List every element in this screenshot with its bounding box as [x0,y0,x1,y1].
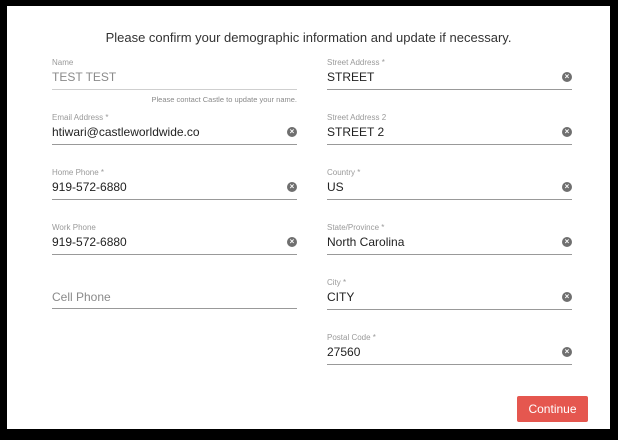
state-province-input[interactable]: North Carolina [327,235,404,249]
clear-home-phone-icon[interactable]: × [287,182,297,192]
email-underline [52,144,297,145]
name-label: Name [52,58,74,67]
cell-phone-input[interactable]: Cell Phone [52,290,111,304]
demographic-dialog: Please confirm your demographic informat… [7,6,610,429]
clear-state-province-icon[interactable]: × [562,237,572,247]
clear-work-phone-icon[interactable]: × [287,237,297,247]
home-phone-label: Home Phone * [52,168,105,177]
street-address-label: Street Address * [327,58,385,67]
postal-code-input[interactable]: 27560 [327,345,360,359]
email-label: Email Address * [52,113,109,122]
clear-city-icon[interactable]: × [562,292,572,302]
postal-code-underline [327,364,572,365]
email-input[interactable]: htiwari@castleworldwide.co [52,125,200,139]
work-phone-input[interactable]: 919-572-6880 [52,235,127,249]
city-label: City * [327,278,347,287]
continue-button[interactable]: Continue [517,396,588,422]
street-address-underline [327,89,572,90]
state-province-label: State/Province * [327,223,385,232]
clear-street-address-2-icon[interactable]: × [562,127,572,137]
postal-code-label: Postal Code * [327,333,376,342]
clear-country-icon[interactable]: × [562,182,572,192]
home-phone-input[interactable]: 919-572-6880 [52,180,127,194]
name-hint: Please contact Castle to update your nam… [151,95,297,104]
clear-postal-code-icon[interactable]: × [562,347,572,357]
home-phone-underline [52,199,297,200]
name-value: TEST TEST [52,70,117,84]
clear-email-icon[interactable]: × [287,127,297,137]
city-underline [327,309,572,310]
work-phone-label: Work Phone [52,223,96,232]
country-label: Country * [327,168,361,177]
state-province-underline [327,254,572,255]
cell-phone-underline [52,308,297,309]
country-underline [327,199,572,200]
street-address-2-input[interactable]: STREET 2 [327,125,384,139]
city-input[interactable]: CITY [327,290,354,304]
clear-street-address-icon[interactable]: × [562,72,572,82]
country-input[interactable]: US [327,180,344,194]
street-address-2-underline [327,144,572,145]
dialog-title: Please confirm your demographic informat… [105,30,512,45]
name-underline [52,89,297,90]
street-address-2-label: Street Address 2 [327,113,387,122]
street-address-input[interactable]: STREET [327,70,374,84]
work-phone-underline [52,254,297,255]
